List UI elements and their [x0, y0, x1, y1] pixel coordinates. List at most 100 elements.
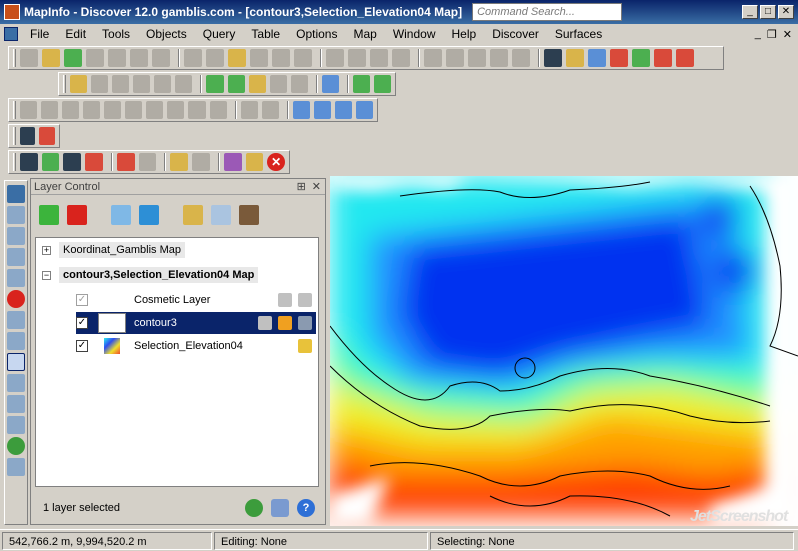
menu-tools[interactable]: Tools: [94, 27, 138, 41]
toolbar-grip[interactable]: [13, 101, 16, 119]
layer-row-cosmetic[interactable]: ✓ Cosmetic Layer: [76, 289, 316, 311]
menu-edit[interactable]: Edit: [57, 27, 94, 41]
toolbar-grip[interactable]: [13, 49, 16, 67]
open-workspace-icon[interactable]: [64, 49, 82, 67]
radius-select-icon[interactable]: [7, 227, 25, 245]
expander-minus-icon[interactable]: −: [42, 270, 51, 280]
mdi-minimize-button[interactable]: _: [755, 28, 761, 41]
layer-style-icon[interactable]: [211, 205, 231, 225]
boundary-select-icon[interactable]: [7, 269, 25, 287]
layer-properties-icon[interactable]: [227, 75, 245, 93]
find-selection-icon[interactable]: [175, 75, 193, 93]
layer-visible-checkbox[interactable]: ✓: [76, 317, 88, 329]
browser-grid-icon[interactable]: [19, 153, 38, 171]
text-style-icon[interactable]: [355, 101, 373, 119]
expander-plus-icon[interactable]: +: [42, 245, 51, 255]
discover-tools-icon[interactable]: [19, 127, 36, 145]
new-grapher-icon[interactable]: [468, 49, 486, 67]
label-tool-icon[interactable]: [7, 332, 25, 350]
label-icon[interactable]: [298, 316, 312, 330]
print-preview-icon[interactable]: [250, 49, 268, 67]
graph-select-icon[interactable]: [7, 311, 25, 329]
surface-icon[interactable]: [632, 49, 650, 67]
menu-file[interactable]: File: [22, 27, 57, 41]
menu-query[interactable]: Query: [195, 27, 244, 41]
group-label[interactable]: Koordinat_Gamblis Map: [59, 242, 186, 258]
menu-map[interactable]: Map: [345, 27, 384, 41]
map-table-icon[interactable]: [152, 49, 170, 67]
zoom-out-icon[interactable]: [7, 374, 25, 392]
menu-discover[interactable]: Discover: [484, 27, 547, 41]
map-canvas[interactable]: [330, 176, 798, 526]
frame-tool-icon[interactable]: [209, 101, 227, 119]
layer-visible-checkbox[interactable]: ✓: [76, 294, 88, 306]
line-tool-icon[interactable]: [41, 101, 59, 119]
layer-visible-checkbox[interactable]: ✓: [76, 340, 88, 352]
open-icon[interactable]: [42, 49, 60, 67]
menu-options[interactable]: Options: [288, 27, 345, 41]
options-icon[interactable]: [271, 499, 289, 517]
paste-icon[interactable]: [370, 49, 388, 67]
globe-icon[interactable]: [321, 75, 339, 93]
stop-icon[interactable]: ✕: [267, 153, 286, 171]
save-icon[interactable]: [184, 49, 202, 67]
command-search-input[interactable]: Command Search...: [472, 3, 623, 21]
change-view-icon[interactable]: [7, 395, 25, 413]
globe-grid-icon[interactable]: [63, 153, 82, 171]
rectangle-tool-icon[interactable]: [146, 101, 164, 119]
table-query-icon[interactable]: [138, 153, 157, 171]
xy-scatter-icon[interactable]: [192, 153, 210, 171]
info-tool-icon[interactable]: [7, 437, 25, 455]
star-icon[interactable]: [245, 153, 264, 171]
sql-select-icon[interactable]: [133, 75, 151, 93]
tree-node-contour-map[interactable]: − contour3,Selection_Elevation04 Map: [36, 264, 316, 286]
contour-icon[interactable]: [654, 49, 672, 67]
image-icon[interactable]: [223, 153, 242, 171]
magnify-icon[interactable]: [544, 49, 562, 67]
zoom-in-icon[interactable]: [7, 353, 25, 371]
layer-control-icon[interactable]: [206, 75, 224, 93]
layer-row-elevation[interactable]: ✓ Selection_Elevation04: [76, 335, 316, 357]
terrain-icon[interactable]: [85, 153, 103, 171]
polyline-tool-icon[interactable]: [62, 101, 80, 119]
copy-icon[interactable]: [348, 49, 366, 67]
unselect-all-icon[interactable]: [7, 290, 25, 308]
editable-icon[interactable]: [258, 316, 272, 330]
editable-icon[interactable]: [278, 293, 292, 307]
minimize-button[interactable]: _: [742, 5, 758, 19]
toolbar-grip[interactable]: [13, 127, 16, 145]
selectable-icon[interactable]: [278, 316, 292, 330]
new-mapper-icon[interactable]: [446, 49, 464, 67]
cut-icon[interactable]: [326, 49, 344, 67]
spreadsheet-icon[interactable]: [41, 153, 60, 171]
move-up-icon[interactable]: [111, 205, 131, 225]
add-layer-icon[interactable]: [39, 205, 59, 225]
region-style-icon[interactable]: [334, 101, 352, 119]
maximize-button[interactable]: □: [760, 5, 776, 19]
text-tool-icon[interactable]: [188, 101, 206, 119]
rounded-rectangle-tool-icon[interactable]: [167, 101, 185, 119]
mapinfo-app-icon[interactable]: [4, 4, 20, 20]
polygon-tool-icon[interactable]: [104, 101, 122, 119]
document-icon[interactable]: [4, 27, 18, 41]
help-icon[interactable]: ?: [297, 499, 315, 517]
ruler-icon[interactable]: [7, 458, 25, 476]
cosmetic-icon[interactable]: [290, 75, 308, 93]
color-bar-icon[interactable]: [588, 49, 606, 67]
menu-help[interactable]: Help: [444, 27, 485, 41]
toolbar-grip[interactable]: [63, 75, 66, 93]
discover-close-icon[interactable]: [39, 127, 55, 145]
tree-node-koordinat[interactable]: + Koordinat_Gamblis Map: [36, 239, 316, 261]
toolbar-grip[interactable]: [13, 153, 16, 171]
selectable-icon[interactable]: [298, 293, 312, 307]
map-window[interactable]: [330, 176, 798, 526]
symbol-tool-icon[interactable]: [19, 101, 38, 119]
arc-tool-icon[interactable]: [83, 101, 101, 119]
grid-color-icon[interactable]: [610, 49, 628, 67]
new-icon[interactable]: [20, 49, 38, 67]
layer-properties-icon[interactable]: [183, 205, 203, 225]
symbol-style-icon[interactable]: [292, 101, 310, 119]
pin-icon[interactable]: ⊞: [297, 180, 306, 193]
new-browser-icon[interactable]: [424, 49, 442, 67]
invert-selection-icon[interactable]: [112, 75, 130, 93]
